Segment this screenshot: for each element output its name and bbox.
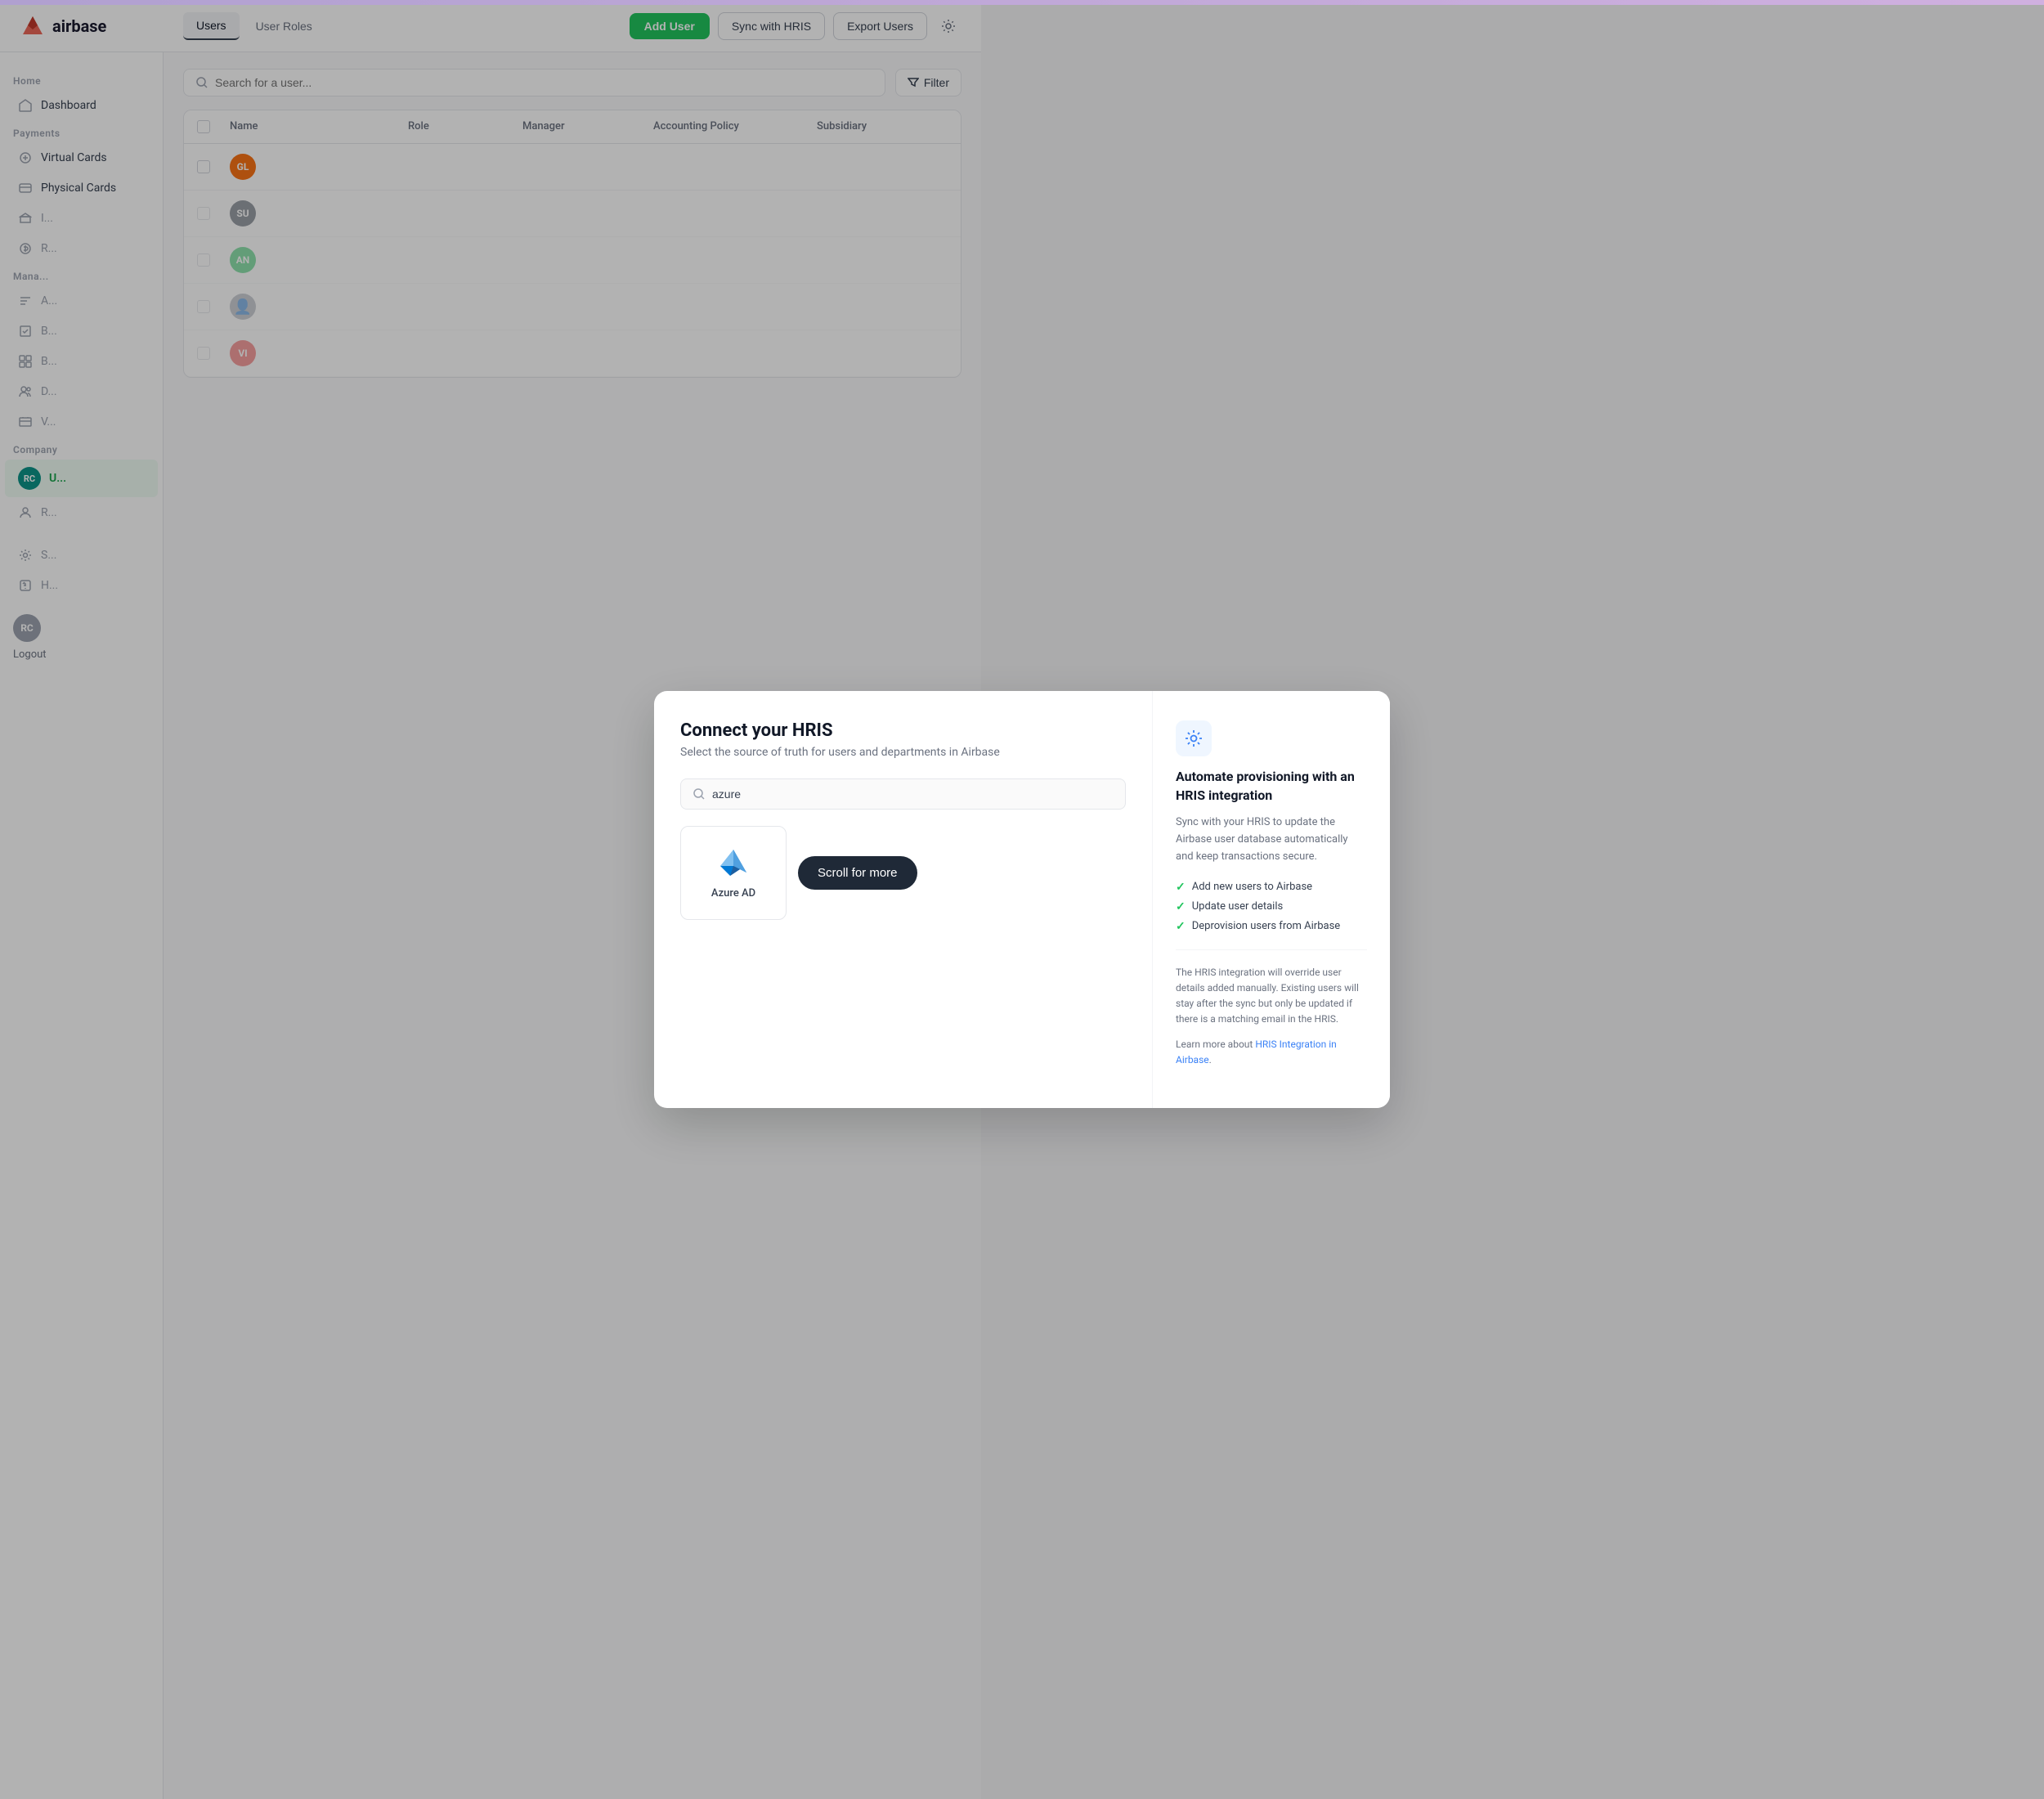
feature-label-2: Update user details — [1192, 900, 1283, 913]
modal-left-panel: Connect your HRIS Select the source of t… — [654, 691, 1153, 1107]
check-icon-2: ✓ — [1176, 900, 1186, 913]
check-icon-1: ✓ — [1176, 881, 1186, 894]
feature-list: ✓ Add new users to Airbase ✓ Update user… — [1176, 881, 1367, 933]
modal-subtitle: Select the source of truth for users and… — [680, 746, 1126, 759]
learn-more-text: Learn more about HRIS Integration in Air… — [1176, 1037, 1367, 1068]
panel-divider — [1176, 949, 1367, 950]
gear-icon-circle — [1176, 720, 1212, 756]
feature-label-1: Add new users to Airbase — [1192, 881, 1312, 893]
right-panel-description: Sync with your HRIS to update the Airbas… — [1176, 814, 1367, 865]
modal-title: Connect your HRIS — [680, 720, 1126, 741]
feature-item-2: ✓ Update user details — [1176, 900, 1367, 913]
azure-ad-icon — [717, 846, 750, 879]
settings-gear-icon — [1184, 729, 1204, 748]
scroll-for-more-button[interactable]: Scroll for more — [798, 856, 917, 890]
feature-item-3: ✓ Deprovision users from Airbase — [1176, 920, 1367, 933]
modal-search-input[interactable] — [712, 787, 1114, 801]
modal-right-panel: Automate provisioning with an HRIS integ… — [1153, 691, 1390, 1107]
azure-ad-card[interactable]: Azure AD — [680, 826, 787, 920]
top-bar — [0, 0, 2044, 5]
modal-search-box — [680, 778, 1126, 810]
learn-more-prefix: Learn more about — [1176, 1039, 1255, 1050]
modal-search-icon — [693, 787, 706, 801]
right-panel-title: Automate provisioning with an HRIS integ… — [1176, 768, 1367, 805]
integration-cards: Azure AD Scroll for more — [680, 826, 1126, 920]
learn-more-suffix: . — [1209, 1054, 1212, 1065]
note-text: The HRIS integration will override user … — [1176, 965, 1367, 1028]
connect-hris-modal: Connect your HRIS Select the source of t… — [654, 691, 1390, 1107]
azure-ad-label: Azure AD — [711, 887, 755, 900]
feature-label-3: Deprovision users from Airbase — [1192, 920, 1340, 932]
modal-overlay[interactable]: Connect your HRIS Select the source of t… — [0, 0, 2044, 1799]
feature-item-1: ✓ Add new users to Airbase — [1176, 881, 1367, 894]
check-icon-3: ✓ — [1176, 920, 1186, 933]
